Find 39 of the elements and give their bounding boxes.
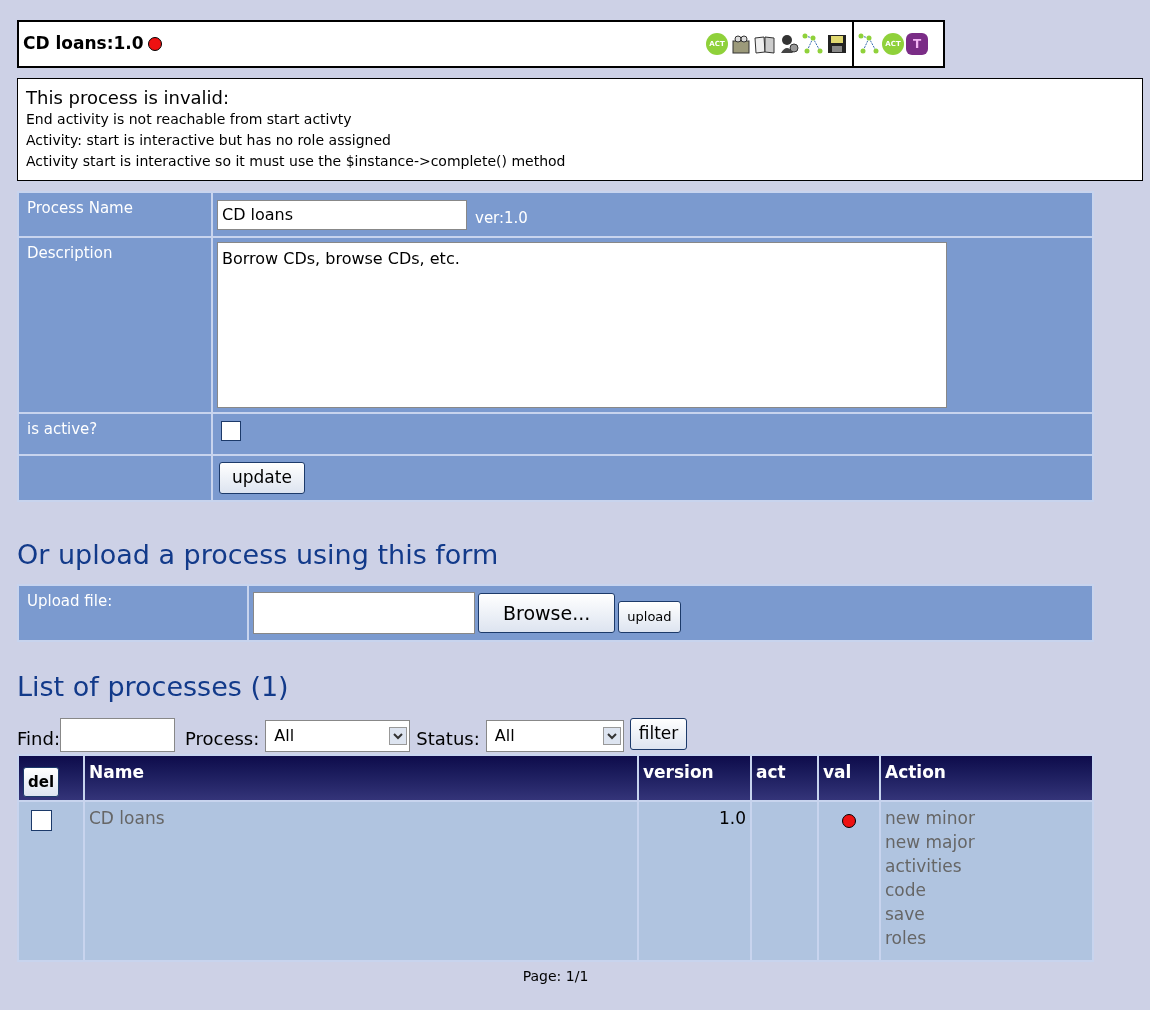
file-field[interactable] (253, 592, 475, 634)
field-label: Process Name (18, 192, 212, 237)
process-title: CD loans:1.0 (23, 32, 144, 56)
update-button[interactable]: update (219, 462, 305, 494)
filter-label: Status: (416, 727, 480, 751)
dropdown-icon (389, 727, 408, 745)
dropdown-icon (602, 727, 621, 745)
delete-button[interactable]: del (23, 767, 60, 797)
row-checkbox[interactable] (31, 810, 52, 831)
error-message: Activity start is interactive so it must use the $instance->complete() method (26, 152, 567, 171)
description-field[interactable]: Borrow CDs, browse CDs, etc. (217, 242, 947, 408)
process-select[interactable]: All (265, 720, 411, 752)
upload-button[interactable]: upload (618, 601, 681, 633)
find-field[interactable] (59, 718, 175, 752)
field-label: Description (18, 237, 212, 413)
table-cell: 1.0 (638, 801, 751, 961)
section-heading: List of processes (1) (17, 670, 290, 704)
field-label: is active? (18, 413, 212, 455)
save-icon[interactable] (826, 33, 848, 55)
section-heading: Or upload a process using this form (17, 538, 500, 572)
process-name-field[interactable]: CD loans (217, 199, 467, 230)
field-label: Upload file: (18, 585, 248, 641)
error-message: Activity: start is interactive but has no role assigned (26, 131, 392, 150)
error-message: End activity is not reachable from start activty (26, 110, 353, 129)
table-cell: CD loans (84, 801, 638, 961)
column-header: Action (880, 755, 1093, 801)
filter-button[interactable]: filter (629, 718, 688, 750)
browse-button[interactable]: Browse... (478, 593, 616, 633)
error-title: This process is invalid: (26, 87, 231, 109)
book-icon[interactable] (754, 33, 776, 55)
column-header: Name (84, 755, 638, 801)
pagination-label: Page: 1/1 (522, 968, 589, 984)
filter-label: Find: (17, 727, 60, 751)
version-label: ver:1.0 (475, 208, 528, 229)
stop-icon[interactable]: T (906, 33, 928, 55)
status-select[interactable]: All (485, 720, 624, 752)
active-checkbox[interactable] (221, 420, 241, 441)
person-icon[interactable] (778, 33, 800, 55)
filter-label: Process: (184, 727, 260, 751)
